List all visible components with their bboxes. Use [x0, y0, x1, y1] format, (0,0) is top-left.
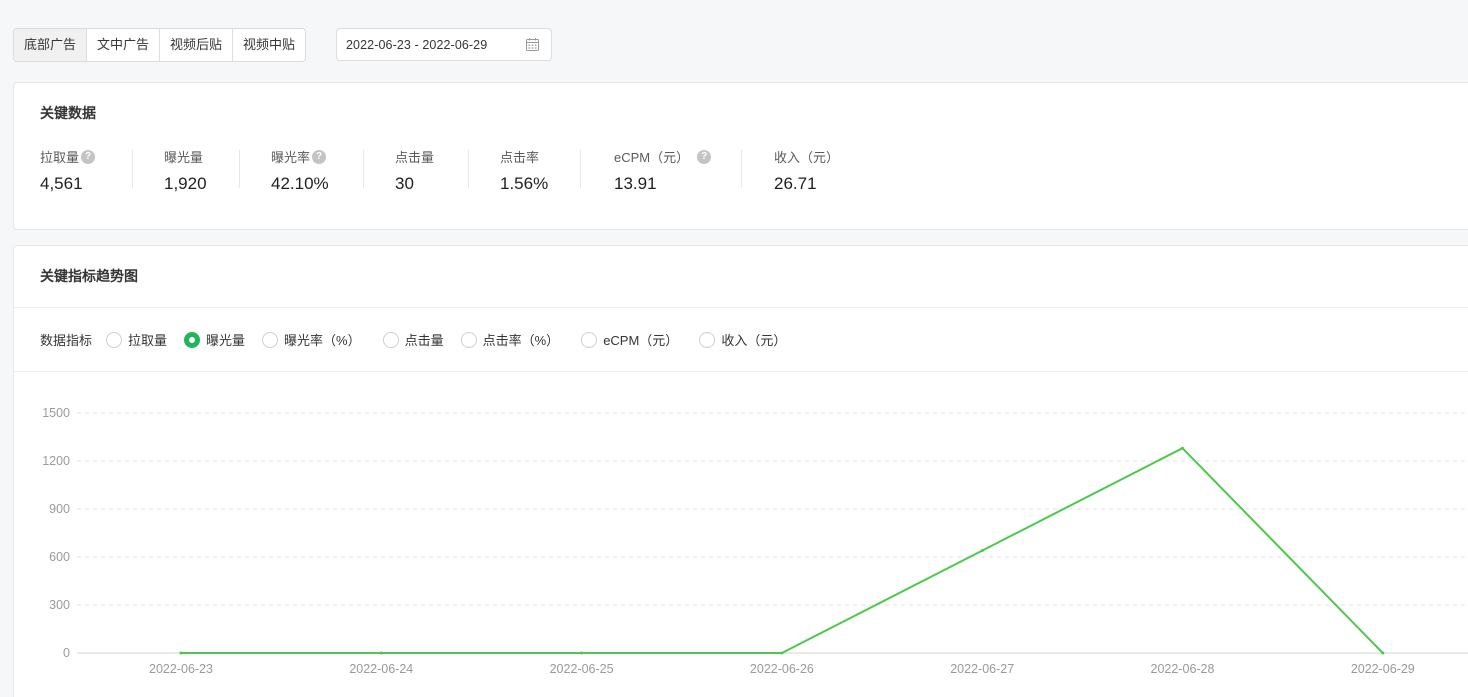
date-range-picker[interactable]: 2022-06-23 - 2022-06-29: [336, 28, 552, 61]
data-point: [1381, 651, 1385, 655]
y-tick-label: 900: [49, 502, 70, 516]
data-point: [179, 651, 183, 655]
metric-pull-count: 拉取量? 4,561: [40, 147, 164, 193]
data-point: [379, 651, 383, 655]
radio-circle: [699, 331, 716, 348]
data-point: [580, 651, 584, 655]
metric-exposure-rate: 曝光率? 42.10%: [271, 147, 395, 193]
metric-ecpm: eCPM（元）? 13.91: [614, 147, 774, 193]
x-tick-label: 2022-06-25: [550, 662, 614, 676]
x-tick-label: 2022-06-27: [950, 662, 1014, 676]
divider: [363, 150, 364, 188]
radio-circle: [460, 331, 477, 348]
radio-ecpm[interactable]: eCPM（元）: [581, 330, 678, 349]
radio-circle: [262, 331, 279, 348]
metric-label: eCPM（元）: [614, 150, 690, 165]
metric-click-count: 点击量 30: [395, 147, 500, 193]
help-icon[interactable]: ?: [81, 149, 96, 164]
radio-label: eCPM（元）: [603, 333, 679, 348]
metric-value: 42.10%: [271, 174, 329, 193]
y-tick-label: 600: [49, 550, 70, 564]
y-tick-label: 1500: [42, 406, 70, 420]
radio-circle: [184, 331, 201, 348]
divider: [239, 150, 240, 188]
ad-type-tabs: 底部广告 文中广告 视频后贴 视频中贴: [13, 28, 307, 62]
metric-label: 拉取量: [40, 150, 80, 165]
metric-value: 13.91: [614, 174, 657, 193]
divider: [132, 150, 133, 188]
radio-exposure-rate[interactable]: 曝光率（%）: [262, 330, 361, 349]
radio-revenue[interactable]: 收入（元）: [699, 330, 786, 349]
divider: [741, 150, 742, 188]
x-tick-label: 2022-06-28: [1151, 662, 1215, 676]
y-tick-label: 0: [63, 646, 70, 660]
metric-label: 收入（元）: [774, 150, 840, 165]
metric-value: 30: [395, 174, 414, 193]
metric-value: 26.71: [774, 174, 817, 193]
help-icon[interactable]: ?: [697, 149, 712, 164]
metric-label: 曝光量: [164, 150, 204, 165]
metric-filter: 数据指标 拉取量 曝光量 曝光率（%） 点击量 点击率（%） eCPM（元） 收…: [40, 330, 803, 349]
radio-circle: [382, 331, 399, 348]
tab-in-article-ad[interactable]: 文中广告: [87, 29, 161, 61]
radio-exposure-count[interactable]: 曝光量: [184, 330, 245, 349]
key-data-title: 关键数据: [40, 105, 96, 121]
help-icon[interactable]: ?: [312, 149, 327, 164]
filter-label: 数据指标: [40, 333, 93, 348]
date-range-text: 2022-06-23 - 2022-06-29: [346, 37, 488, 52]
divider: [14, 307, 1468, 308]
data-point: [980, 549, 984, 553]
tab-video-post-roll[interactable]: 视频后贴: [160, 29, 234, 61]
tab-bottom-ad[interactable]: 底部广告: [14, 29, 88, 61]
radio-circle: [581, 331, 598, 348]
radio-pull-count[interactable]: 拉取量: [106, 330, 167, 349]
trend-card: 关键指标趋势图 数据指标 拉取量 曝光量 曝光率（%） 点击量 点击率（%） e…: [13, 245, 1468, 697]
divider: [468, 150, 469, 188]
metric-label: 曝光率: [271, 150, 311, 165]
x-tick-label: 2022-06-29: [1351, 662, 1415, 676]
trend-chart: 0 300 600 900 1200 1500 2022-06-23 2022-06-24 20…: [42, 406, 1468, 676]
data-point: [780, 651, 784, 655]
radio-label: 拉取量: [128, 333, 168, 348]
metric-value: 1.56%: [500, 174, 549, 193]
metrics-row: 拉取量? 4,561 曝光量 1,920 曝光率? 42.10% 点击量 30 …: [40, 147, 874, 193]
data-point: [1181, 446, 1184, 450]
x-tick-label: 2022-06-24: [349, 662, 413, 676]
series-line: [181, 447, 1384, 654]
metric-label: 点击量: [395, 150, 435, 165]
radio-label: 点击量: [404, 333, 444, 348]
radio-click-rate[interactable]: 点击率（%）: [460, 330, 560, 349]
calendar-icon: [526, 38, 539, 51]
radio-label: 收入（元）: [721, 333, 787, 348]
trend-title: 关键指标趋势图: [40, 268, 138, 284]
y-tick-label: 300: [49, 598, 70, 612]
metric-revenue: 收入（元） 26.71: [774, 147, 874, 193]
tab-video-mid-roll[interactable]: 视频中贴: [233, 29, 305, 61]
metric-click-rate: 点击率 1.56%: [500, 147, 614, 193]
radio-click-count[interactable]: 点击量: [382, 330, 444, 349]
y-tick-label: 1200: [42, 454, 70, 468]
x-tick-label: 2022-06-23: [149, 662, 213, 676]
radio-label: 点击率（%）: [482, 333, 560, 348]
key-data-card: 关键数据 拉取量? 4,561 曝光量 1,920 曝光率? 42.10% 点击…: [13, 82, 1468, 230]
metric-label: 点击率: [500, 150, 540, 165]
metric-exposure-count: 曝光量 1,920: [164, 147, 271, 193]
metric-value: 4,561: [40, 174, 83, 193]
radio-circle: [106, 331, 123, 348]
x-tick-label: 2022-06-26: [750, 662, 814, 676]
radio-label: 曝光量: [206, 333, 246, 348]
divider: [580, 150, 581, 188]
metric-value: 1,920: [164, 174, 207, 193]
radio-label: 曝光率（%）: [284, 333, 361, 348]
